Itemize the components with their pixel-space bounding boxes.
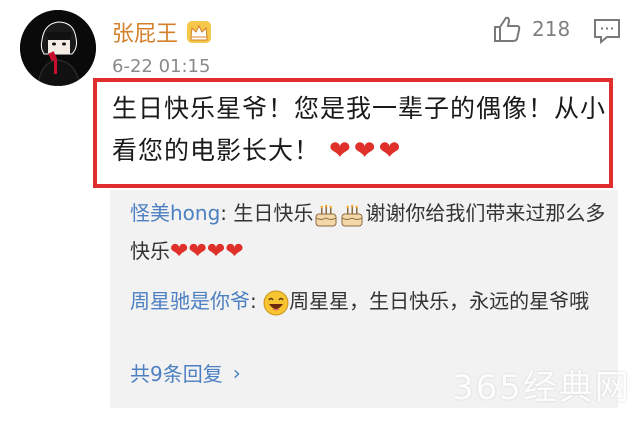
heart-emoji: ❤ bbox=[206, 239, 226, 264]
heart-emoji: ❤ bbox=[170, 239, 189, 264]
laughing-emoji-icon bbox=[263, 290, 289, 315]
birthday-cake-icon bbox=[315, 204, 337, 226]
weibo-comment-screen: 张屁王 6-22 01:15 218 生日快乐星爷！您是我一辈子的偶像！从小看您… bbox=[0, 0, 640, 421]
comment-text: 生日快乐星爷！您是我一辈子的偶像！从小看您的电影长大！ ❤❤❤ bbox=[112, 88, 608, 172]
comment-icon[interactable] bbox=[592, 16, 622, 46]
avatar-image bbox=[20, 10, 96, 86]
watermark: 365经典网 bbox=[452, 368, 631, 408]
crown-icon bbox=[187, 21, 212, 43]
heart-emoji: ❤ bbox=[225, 239, 244, 264]
reply-username[interactable]: 周星驰是你爷 bbox=[130, 289, 250, 313]
comment-username[interactable]: 张屁王 bbox=[112, 16, 212, 48]
view-all-replies-link[interactable]: 共9条回复 › bbox=[130, 358, 241, 387]
heart-emoji: ❤ bbox=[378, 136, 402, 166]
birthday-cake-icon bbox=[341, 204, 363, 226]
reply-text: 生日快乐 bbox=[233, 201, 314, 225]
heart-emoji: ❤ bbox=[353, 136, 377, 166]
username-text[interactable]: 张屁王 bbox=[112, 16, 178, 48]
reply-separator: : bbox=[250, 289, 264, 313]
reply-separator: : bbox=[220, 201, 234, 225]
comment-timestamp: 6-22 01:15 bbox=[112, 56, 211, 77]
more-replies-label[interactable]: 共9条回复 bbox=[130, 358, 223, 387]
reply-text: 周星星，生日快乐，永远的星爷哦 bbox=[289, 289, 590, 313]
avatar[interactable] bbox=[20, 10, 96, 86]
reply-item[interactable]: 怪美hong: 生日快乐 谢谢你给我们带来过那么多快乐❤❤❤❤ bbox=[130, 194, 610, 271]
reply-item[interactable]: 周星驰是你爷: 周星星，生日快乐，永远的星爷哦 bbox=[130, 282, 610, 320]
heart-emoji: ❤ bbox=[188, 239, 207, 264]
like-count: 218 bbox=[532, 17, 571, 41]
chevron-right-icon: › bbox=[232, 360, 241, 385]
reply-username[interactable]: 怪美hong bbox=[130, 201, 220, 225]
like-button[interactable]: 218 bbox=[492, 14, 570, 44]
thumbs-up-icon bbox=[494, 16, 521, 42]
heart-emoji: ❤ bbox=[328, 136, 352, 166]
